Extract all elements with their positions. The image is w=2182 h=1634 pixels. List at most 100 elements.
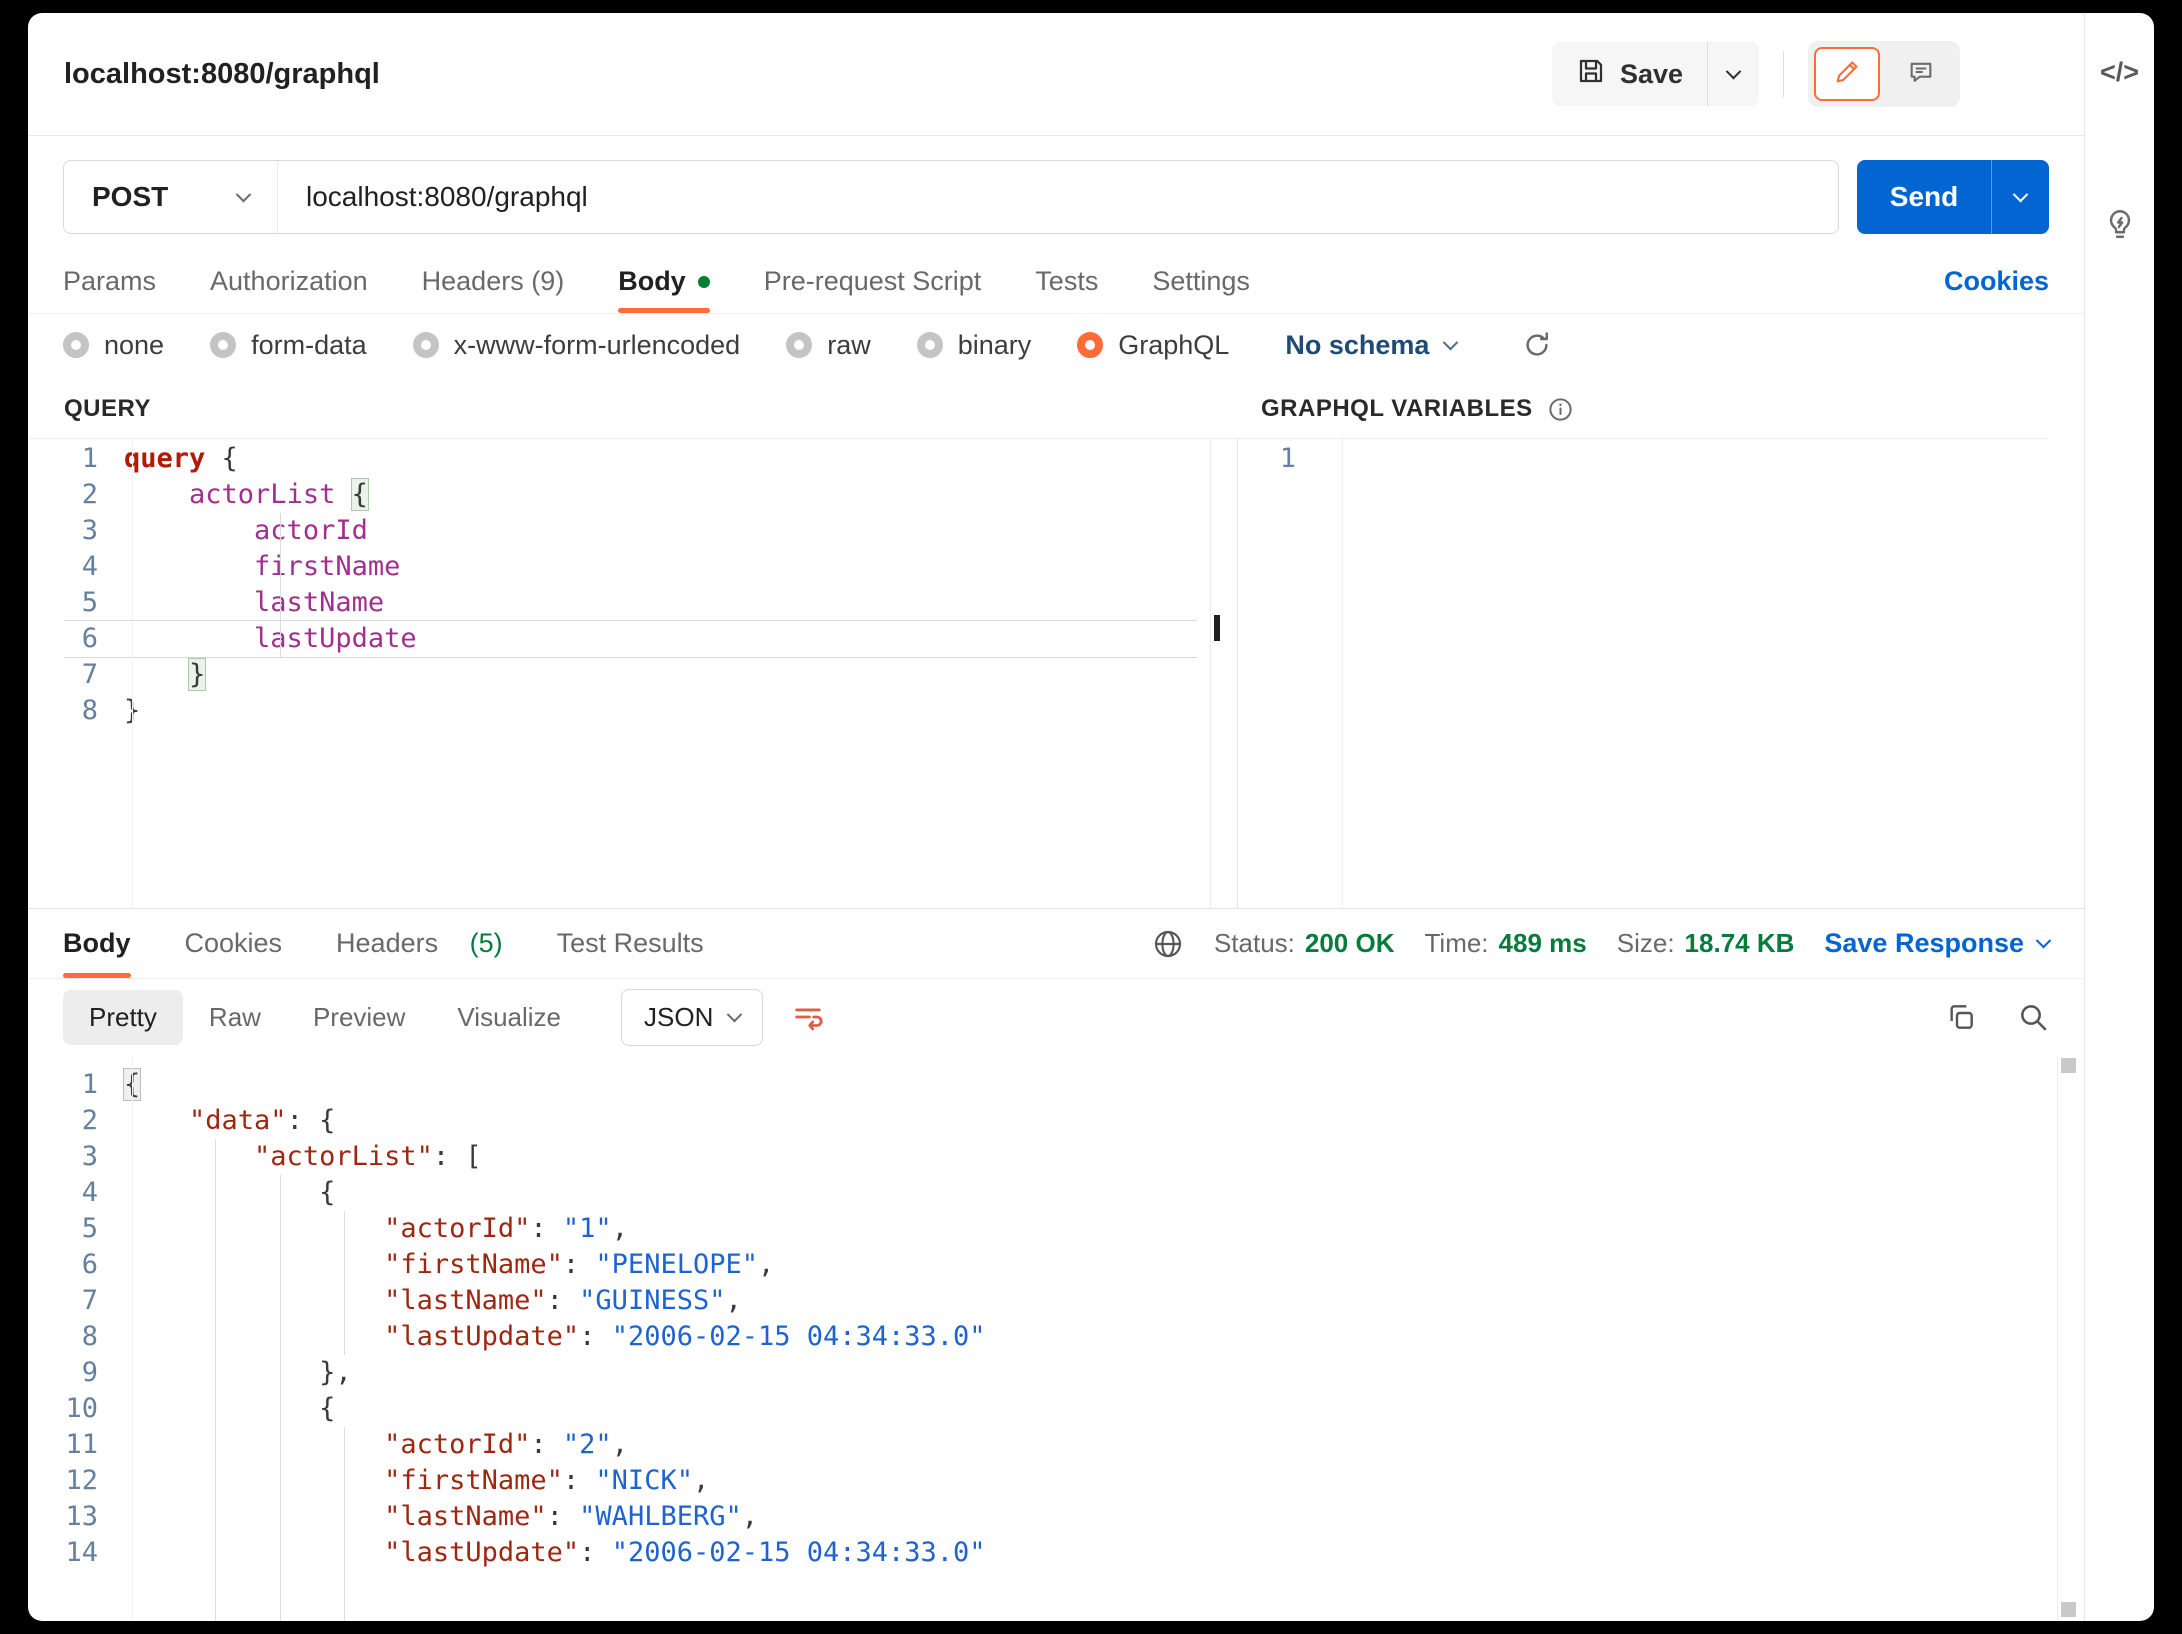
radio-icon bbox=[1077, 332, 1103, 358]
tab-tests[interactable]: Tests bbox=[1035, 250, 1098, 313]
code-snippet-button[interactable]: </> bbox=[2100, 57, 2139, 88]
code-line: 7 } bbox=[64, 657, 1197, 693]
code-line: 6 "firstName": "PENELOPE", bbox=[64, 1247, 2024, 1283]
view-tab-raw[interactable]: Raw bbox=[183, 990, 287, 1045]
response-tab-headers[interactable]: Headers (5) bbox=[336, 909, 503, 978]
main-pane: localhost:8080/graphql Save bbox=[28, 13, 2084, 1621]
search-icon bbox=[2017, 1001, 2049, 1033]
code-line: 8} bbox=[64, 693, 1197, 729]
code-line: 13 "lastName": "WAHLBERG", bbox=[64, 1499, 2024, 1535]
copy-icon bbox=[1945, 1001, 1977, 1033]
request-bar: POST Send bbox=[28, 136, 2084, 250]
radio-raw[interactable]: raw bbox=[786, 330, 871, 361]
app-window: localhost:8080/graphql Save bbox=[28, 13, 2154, 1621]
comment-button[interactable] bbox=[1888, 47, 1954, 101]
tab-settings[interactable]: Settings bbox=[1152, 250, 1250, 313]
scrollbar-marker[interactable] bbox=[2061, 1602, 2076, 1617]
chevron-down-icon bbox=[2036, 933, 2052, 949]
tab-authorization[interactable]: Authorization bbox=[210, 250, 368, 313]
code-line: 11 "actorId": "2", bbox=[64, 1427, 2024, 1463]
size-badge: Size: 18.74 KB bbox=[1617, 928, 1795, 959]
save-group: Save bbox=[1552, 42, 1759, 106]
variables-editor[interactable]: 1 bbox=[1237, 438, 2049, 908]
scrollbar-thumb[interactable] bbox=[1214, 615, 1220, 641]
wrap-lines-icon bbox=[791, 1000, 825, 1034]
code-line: 12 "firstName": "NICK", bbox=[64, 1463, 2024, 1499]
code-line: 1 bbox=[1262, 441, 2025, 477]
code-line: 5 lastName bbox=[64, 585, 1197, 621]
query-panel: QUERY 1query {2 actorList {3 actorId4 fi… bbox=[28, 380, 1237, 908]
copy-button[interactable] bbox=[1945, 1001, 1977, 1033]
save-response-button[interactable]: Save Response bbox=[1824, 928, 2049, 959]
globe-icon[interactable] bbox=[1152, 928, 1184, 960]
url-input[interactable] bbox=[278, 161, 1838, 233]
response-tab-cookies[interactable]: Cookies bbox=[185, 909, 283, 978]
refresh-icon bbox=[1522, 330, 1552, 360]
cookies-link[interactable]: Cookies bbox=[1944, 266, 2049, 297]
radio-icon bbox=[413, 332, 439, 358]
radio-binary[interactable]: binary bbox=[917, 330, 1032, 361]
format-select[interactable]: JSON bbox=[621, 989, 763, 1046]
code-line: 2 actorList { bbox=[64, 477, 1197, 513]
tab-prerequest-script[interactable]: Pre-request Script bbox=[764, 250, 982, 313]
variables-panel-label: GRAPHQL VARIABLES bbox=[1237, 380, 2049, 438]
save-options-button[interactable] bbox=[1707, 42, 1759, 106]
save-icon bbox=[1576, 56, 1606, 93]
right-sidebar: </> bbox=[2084, 13, 2154, 1621]
response-header: Body Cookies Headers (5) Test Results St… bbox=[28, 909, 2084, 979]
code-line: 6 lastUpdate bbox=[64, 621, 1197, 657]
view-tab-visualize[interactable]: Visualize bbox=[431, 990, 587, 1045]
scrollbar-marker[interactable] bbox=[2061, 1058, 2076, 1073]
code-line: 10 { bbox=[64, 1391, 2024, 1427]
tab-headers[interactable]: Headers (9) bbox=[422, 250, 565, 313]
wrap-lines-button[interactable] bbox=[791, 1000, 825, 1034]
code-line: 3 "actorList": [ bbox=[64, 1139, 2024, 1175]
response-body-editor[interactable]: 1{2 "data": {3 "actorList": [4 {5 "actor… bbox=[28, 1055, 2084, 1621]
tab-params[interactable]: Params bbox=[63, 250, 156, 313]
code-line: 5 "actorId": "1", bbox=[64, 1211, 2024, 1247]
pencil-icon bbox=[1833, 58, 1861, 91]
code-line: 2 "data": { bbox=[64, 1103, 2024, 1139]
send-button[interactable]: Send bbox=[1857, 160, 2049, 234]
send-options-button[interactable] bbox=[1991, 160, 2049, 234]
divider bbox=[1783, 51, 1784, 97]
response-tab-test-results[interactable]: Test Results bbox=[557, 909, 704, 978]
response-toolbar: Pretty Raw Preview Visualize JSON bbox=[28, 979, 2084, 1055]
chevron-down-icon bbox=[236, 186, 252, 202]
view-tab-preview[interactable]: Preview bbox=[287, 990, 431, 1045]
topbar-actions: Save bbox=[1552, 41, 1960, 107]
radio-icon bbox=[210, 332, 236, 358]
topbar: localhost:8080/graphql Save bbox=[28, 13, 2084, 136]
radio-icon bbox=[917, 332, 943, 358]
code-line: 1{ bbox=[64, 1067, 2024, 1103]
code-line: 1query { bbox=[64, 441, 1197, 477]
view-tab-pretty[interactable]: Pretty bbox=[63, 990, 183, 1045]
tab-body[interactable]: Body bbox=[618, 250, 710, 313]
save-button[interactable]: Save bbox=[1552, 56, 1707, 93]
method-url-control: POST bbox=[63, 160, 1839, 234]
method-select[interactable]: POST bbox=[64, 161, 278, 233]
request-title: localhost:8080/graphql bbox=[64, 58, 380, 91]
edit-button[interactable] bbox=[1814, 47, 1880, 101]
chevron-down-icon bbox=[2013, 186, 2029, 202]
chevron-down-icon bbox=[1726, 63, 1742, 79]
radio-x-www-form-urlencoded[interactable]: x-www-form-urlencoded bbox=[413, 330, 741, 361]
chevron-down-icon bbox=[1443, 334, 1459, 350]
radio-none[interactable]: none bbox=[63, 330, 164, 361]
bootcamp-button[interactable] bbox=[2102, 206, 2138, 242]
request-tabs: Params Authorization Headers (9) Body Pr… bbox=[28, 250, 2084, 314]
code-line: 9 }, bbox=[64, 1355, 2024, 1391]
query-editor[interactable]: 1query {2 actorList {3 actorId4 firstNam… bbox=[28, 438, 1237, 908]
radio-graphql[interactable]: GraphQL bbox=[1077, 330, 1229, 361]
chevron-down-icon bbox=[727, 1006, 743, 1022]
headers-count: (5) bbox=[470, 928, 503, 959]
radio-form-data[interactable]: form-data bbox=[210, 330, 367, 361]
lightbulb-icon bbox=[2102, 206, 2138, 242]
body-type-row: none form-data x-www-form-urlencoded raw… bbox=[28, 314, 2084, 380]
comment-icon bbox=[1907, 58, 1935, 91]
response-meta: Status: 200 OK Time: 489 ms Size: 18.74 … bbox=[1152, 909, 2049, 978]
response-tab-body[interactable]: Body bbox=[63, 909, 131, 978]
schema-select[interactable]: No schema bbox=[1285, 330, 1456, 361]
refresh-schema-button[interactable] bbox=[1522, 330, 1552, 360]
search-button[interactable] bbox=[2017, 1001, 2049, 1033]
